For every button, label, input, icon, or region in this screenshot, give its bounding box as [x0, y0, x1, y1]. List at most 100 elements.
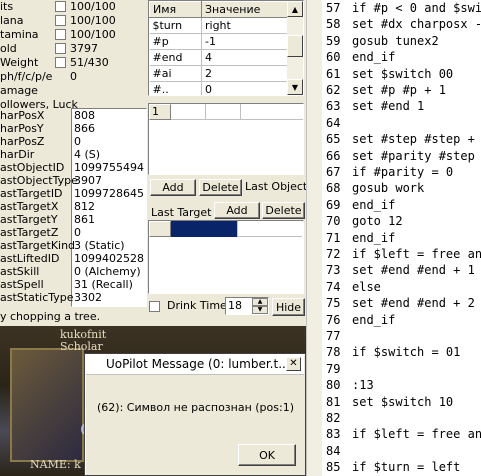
char-info-value: 0 — [74, 135, 81, 148]
variable-row[interactable]: #.. 0 — [149, 81, 288, 95]
code-line[interactable]: 64 — [322, 115, 352, 132]
code-line[interactable]: 58 set #dx charposx - — [322, 16, 481, 33]
char-info-label: astStaticType — [0, 291, 74, 304]
add-object-button[interactable]: Add — [150, 179, 196, 196]
code-line[interactable]: 83 if $left = free and — [322, 426, 481, 443]
scroll-up-icon[interactable]: ▲ — [287, 1, 303, 17]
line-number: 57 — [326, 1, 341, 15]
char-info-value: 1099755494 — [74, 161, 144, 174]
code-text: end_if — [352, 50, 396, 65]
code-text: set #p #p + 1 — [352, 83, 446, 97]
code-line[interactable]: 65 set #step #step + 1 — [322, 131, 481, 148]
code-line[interactable]: 80:13 — [322, 377, 374, 394]
line-number: 58 — [326, 17, 341, 32]
target-list-cell[interactable] — [149, 221, 171, 237]
game-name-line2: Scholar — [60, 340, 103, 353]
char-info-label: astTargetX — [0, 200, 59, 213]
line-number: 78 — [326, 345, 341, 360]
code-line[interactable]: 62 set #p #p + 1 — [322, 82, 446, 99]
code-line[interactable]: 72 if $left = free and — [322, 246, 481, 263]
code-line[interactable]: 70 goto 12 — [322, 213, 403, 230]
code-line[interactable]: 77 — [322, 328, 352, 345]
script-editor[interactable]: 57 if #p < 0 and $switc 58 set #dx charposx… — [322, 0, 481, 476]
variable-value: 0 — [201, 81, 288, 95]
column-header-name[interactable]: Имя — [149, 1, 202, 18]
variable-row[interactable]: #end 4 — [149, 49, 288, 66]
char-info-label: harPosX — [0, 109, 45, 122]
spin-up-icon[interactable]: ▲ — [252, 298, 268, 306]
code-line[interactable]: 63 set #end 1 — [322, 98, 424, 115]
object-list[interactable]: 1 — [148, 103, 304, 175]
line-number: 63 — [326, 99, 341, 114]
line-number: 62 — [326, 83, 341, 97]
code-line[interactable]: 69 end_if — [322, 197, 395, 214]
add-target-button[interactable]: Add — [214, 202, 260, 219]
stat-checkbox[interactable] — [55, 43, 66, 54]
dialog-titlebar[interactable]: UoPilot Message (0: lumber.t... ✕ — [86, 355, 304, 375]
ok-button[interactable]: OK — [238, 444, 296, 466]
close-icon[interactable]: ✕ — [286, 357, 301, 371]
object-list-cell[interactable] — [241, 104, 303, 120]
spin-down-icon[interactable]: ▼ — [252, 306, 268, 314]
drink-timer-input[interactable]: 18 ▲ ▼ — [225, 297, 269, 315]
code-line[interactable]: 78 if $switch = 01 — [322, 344, 460, 361]
stat-label: old — [0, 42, 17, 55]
stat-checkbox[interactable] — [55, 1, 66, 12]
stat-checkbox[interactable] — [55, 15, 66, 26]
line-number: 81 — [326, 394, 341, 409]
drink-timer-label: Drink Timer — [167, 299, 232, 312]
delete-target-button[interactable]: Delete — [262, 202, 305, 219]
variables-table[interactable]: Имя Значение $turn right #p -1 #end 4 #ai 2 #.. 0… — [148, 0, 304, 96]
object-list-cell[interactable]: 1 — [149, 104, 171, 120]
code-line[interactable]: 73 set #end #end + 1 — [322, 262, 475, 279]
code-line[interactable]: 75 set #end #end + 2 — [322, 295, 475, 312]
code-line[interactable]: 81 set $switch 10 — [322, 394, 453, 411]
code-line[interactable]: 82 — [322, 410, 352, 427]
line-number: 68 — [326, 181, 341, 196]
code-line[interactable]: 60 end_if — [322, 49, 395, 66]
code-line[interactable]: 59 gosub tunex2 — [322, 33, 439, 50]
variables-scrollbar[interactable]: ▲ ▼ — [287, 1, 303, 95]
object-list-cell[interactable] — [171, 104, 206, 120]
code-line[interactable]: 84 — [322, 443, 352, 460]
code-text: end_if — [352, 197, 396, 212]
stat-checkbox[interactable] — [55, 29, 66, 40]
variable-row[interactable]: $turn right — [149, 17, 288, 34]
code-line[interactable]: 76 end_if — [322, 312, 395, 329]
target-list-cell[interactable] — [238, 221, 302, 237]
char-info-value: 31 (Recall) — [74, 278, 133, 291]
target-list-selected-row[interactable] — [171, 221, 238, 237]
target-list[interactable] — [148, 220, 304, 294]
char-info-value: 861 — [74, 213, 95, 226]
stat-checkbox[interactable] — [55, 57, 66, 68]
code-line[interactable]: 57 if #p < 0 and $switc — [322, 0, 481, 17]
code-line[interactable]: 67 if #parity = 0 — [322, 164, 453, 181]
scroll-thumb[interactable] — [287, 35, 303, 57]
variable-row[interactable]: #p -1 — [149, 33, 288, 50]
drink-timer-checkbox[interactable] — [149, 301, 160, 312]
line-number: 77 — [326, 329, 341, 343]
stat-value: 100/100 — [70, 0, 116, 13]
code-line[interactable]: 61 set $switch 00 — [322, 66, 453, 83]
line-number: 84 — [326, 443, 341, 458]
hide-button[interactable]: Hide — [272, 298, 305, 316]
code-line[interactable]: 71 end_if — [322, 230, 395, 247]
char-info-value: 0 — [74, 226, 81, 239]
stat-label: its — [0, 0, 14, 13]
variable-row[interactable]: #ai 2 — [149, 65, 288, 82]
scroll-down-icon[interactable]: ▼ — [287, 79, 303, 95]
editor-left-scrollbar[interactable] — [306, 0, 322, 476]
stat-value: 3797 — [70, 42, 98, 55]
column-header-value[interactable]: Значение — [201, 1, 288, 18]
char-info-label: astTargetKind — [0, 239, 76, 252]
code-line[interactable]: 66 set #parity #step / — [322, 148, 481, 165]
game-name-field: NAME: k — [30, 458, 81, 471]
code-line[interactable]: 74 else — [322, 279, 381, 296]
code-line[interactable]: 68 gosub work — [322, 180, 424, 197]
code-text: set #end 1 — [352, 99, 425, 114]
code-line[interactable]: 85 if $turn = left — [322, 459, 460, 476]
object-list-cell[interactable] — [206, 104, 241, 120]
delete-object-button[interactable]: Delete — [199, 179, 242, 196]
code-text: set #end #end + 1 — [352, 263, 475, 278]
code-line[interactable]: 79 — [322, 361, 352, 378]
